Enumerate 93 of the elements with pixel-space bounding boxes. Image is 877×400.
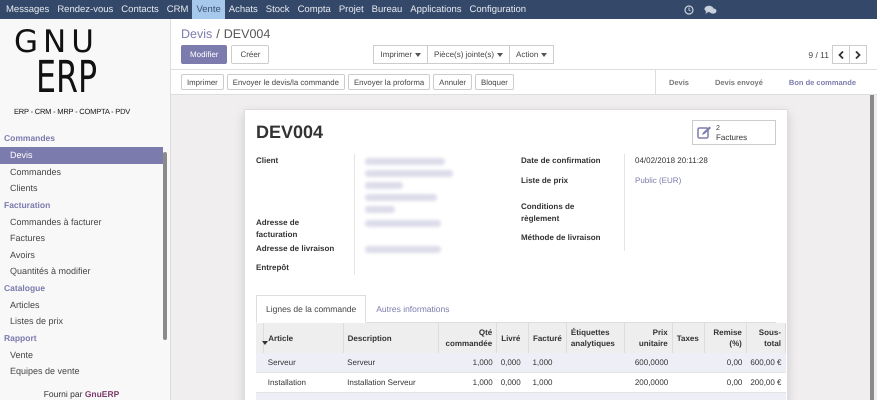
- table-cell: 0,000: [500, 358, 521, 367]
- footer-link[interactable]: GnuERP: [84, 389, 120, 399]
- scrollbar[interactable]: [163, 152, 167, 340]
- top-menu-item[interactable]: Contacts: [117, 0, 163, 19]
- breadcrumb-separator: /: [216, 26, 220, 40]
- dropdown-button[interactable]: Pièce(s) jointe(s): [427, 45, 510, 64]
- sidebar-item[interactable]: Avoirs: [0, 246, 163, 263]
- sidebar-item[interactable]: Vente: [0, 346, 163, 363]
- table-cell: Serveur: [268, 358, 296, 367]
- table-row[interactable]: Serveur Serveur 1,000 0,000 1,000 600,0000 0,00 600,00 €: [256, 353, 786, 372]
- sidebar-item[interactable]: Articles: [0, 296, 163, 313]
- field-link[interactable]: Public (EUR): [635, 176, 682, 185]
- sidebar-item[interactable]: Devis: [0, 147, 163, 164]
- column-header[interactable]: Étiquettes analytiques: [566, 323, 625, 353]
- table-cell: 0,00: [726, 378, 742, 387]
- column-header[interactable]: Prix unitaire: [624, 323, 672, 353]
- field-label: Conditions de règlement: [521, 200, 625, 226]
- table-cell: 600,00 €: [750, 358, 782, 367]
- table-cell: 1,000: [532, 358, 552, 367]
- logo-text: GNU: [14, 27, 99, 57]
- next-button[interactable]: [849, 45, 867, 64]
- chat-icon[interactable]: [704, 4, 717, 14]
- column-header[interactable]: Sous-total: [746, 323, 786, 353]
- table-cell: 200,0000: [634, 378, 668, 387]
- previous-button[interactable]: [832, 45, 850, 64]
- top-menu-item[interactable]: Compta: [294, 0, 335, 19]
- field-label: Client: [256, 154, 355, 216]
- sidebar-item[interactable]: Factures: [0, 230, 163, 246]
- top-menu-item[interactable]: Messages: [2, 0, 54, 19]
- table-cell: Serveur: [347, 358, 376, 367]
- table-cell: 0,00: [726, 358, 742, 367]
- menu-section-title: Commandes: [3, 132, 56, 145]
- sidebar-item[interactable]: Commandes à facturer: [0, 214, 163, 230]
- column-header[interactable]: Qté commandée: [438, 323, 497, 353]
- column-header[interactable]: Remise (%): [704, 323, 746, 353]
- column-header[interactable]: Description: [343, 323, 438, 353]
- top-menu-item[interactable]: Bureau: [368, 0, 406, 19]
- caret-icon: [541, 52, 548, 56]
- top-menu-item[interactable]: Configuration: [466, 0, 530, 19]
- table-cell: Installation: [268, 378, 306, 387]
- sidebar-item[interactable]: Clients: [0, 180, 163, 196]
- field-label: Entrepôt: [256, 256, 355, 275]
- table-cell: 1,000: [472, 358, 493, 367]
- menu-section-title: Catalogue: [3, 282, 46, 295]
- top-menu-item[interactable]: Rendez-vous: [53, 0, 118, 19]
- top-menu-item[interactable]: Projet: [334, 0, 368, 19]
- sidebar-item[interactable]: Commandes: [0, 164, 163, 180]
- table-cell: 1,000: [472, 378, 493, 387]
- top-menu-item[interactable]: Vente: [192, 0, 225, 19]
- field-label: Adresse de facturation: [256, 216, 355, 242]
- sidebar-item[interactable]: Listes de prix: [0, 313, 163, 330]
- pager-counter: 9 / 11: [808, 50, 829, 60]
- table-cell: 0,000: [500, 378, 521, 387]
- sidebar-item[interactable]: Equipes de vente: [0, 363, 163, 380]
- clock-icon[interactable]: [684, 4, 694, 14]
- column-header[interactable]: Livré: [496, 323, 528, 353]
- top-menu-item[interactable]: Stock: [262, 0, 294, 19]
- menu-section-title: Rapport: [3, 332, 38, 345]
- menu-section-title: Facturation: [3, 198, 52, 212]
- edit-icon: [697, 126, 712, 139]
- chevron-left-icon: [838, 50, 844, 58]
- toolbar-button[interactable]: Créer: [231, 45, 270, 64]
- table-cell: 1,000: [532, 378, 552, 387]
- footer-text: Fourni par: [44, 389, 82, 399]
- logo-text: ERP: [36, 57, 98, 99]
- scrollbar[interactable]: [870, 95, 874, 400]
- record-title: DEV004: [256, 122, 324, 143]
- breadcrumb-current: DEV004: [224, 26, 270, 40]
- caret-icon: [415, 52, 422, 56]
- caret-icon: [497, 52, 504, 56]
- top-menu-item[interactable]: Achats: [224, 0, 262, 19]
- field-label: Adresse de livraison: [256, 242, 355, 256]
- top-menu-item[interactable]: Applications: [406, 0, 466, 19]
- table-cell: 600,0000: [634, 358, 668, 367]
- field-label: Méthode de livraison: [521, 226, 625, 251]
- dropdown-button[interactable]: Imprimer: [373, 45, 428, 64]
- dropdown-button[interactable]: Action: [509, 45, 554, 64]
- breadcrumb-link[interactable]: Devis: [181, 26, 212, 40]
- sort-caret-icon: [262, 341, 268, 345]
- notebook-tab[interactable]: Lignes de la commande: [256, 295, 366, 323]
- field-label: Liste de prix: [521, 174, 625, 200]
- toolbar-button[interactable]: Modifier: [181, 45, 228, 64]
- field-label: Date de confirmation: [521, 154, 625, 174]
- table-cell: 200,00 €: [750, 378, 782, 387]
- top-menu-item[interactable]: CRM: [162, 0, 192, 19]
- sidebar-item[interactable]: Quantités à modifier: [0, 263, 163, 280]
- column-header[interactable]: Taxes: [672, 323, 704, 353]
- table-cell: Installation Serveur: [347, 378, 416, 387]
- column-header[interactable]: Facturé: [528, 323, 566, 353]
- field-value: 04/02/2018 20:11:28: [635, 156, 708, 165]
- chevron-right-icon: [855, 50, 861, 58]
- column-header[interactable]: Article: [264, 323, 344, 353]
- notebook-tab[interactable]: Autres informations: [366, 295, 460, 323]
